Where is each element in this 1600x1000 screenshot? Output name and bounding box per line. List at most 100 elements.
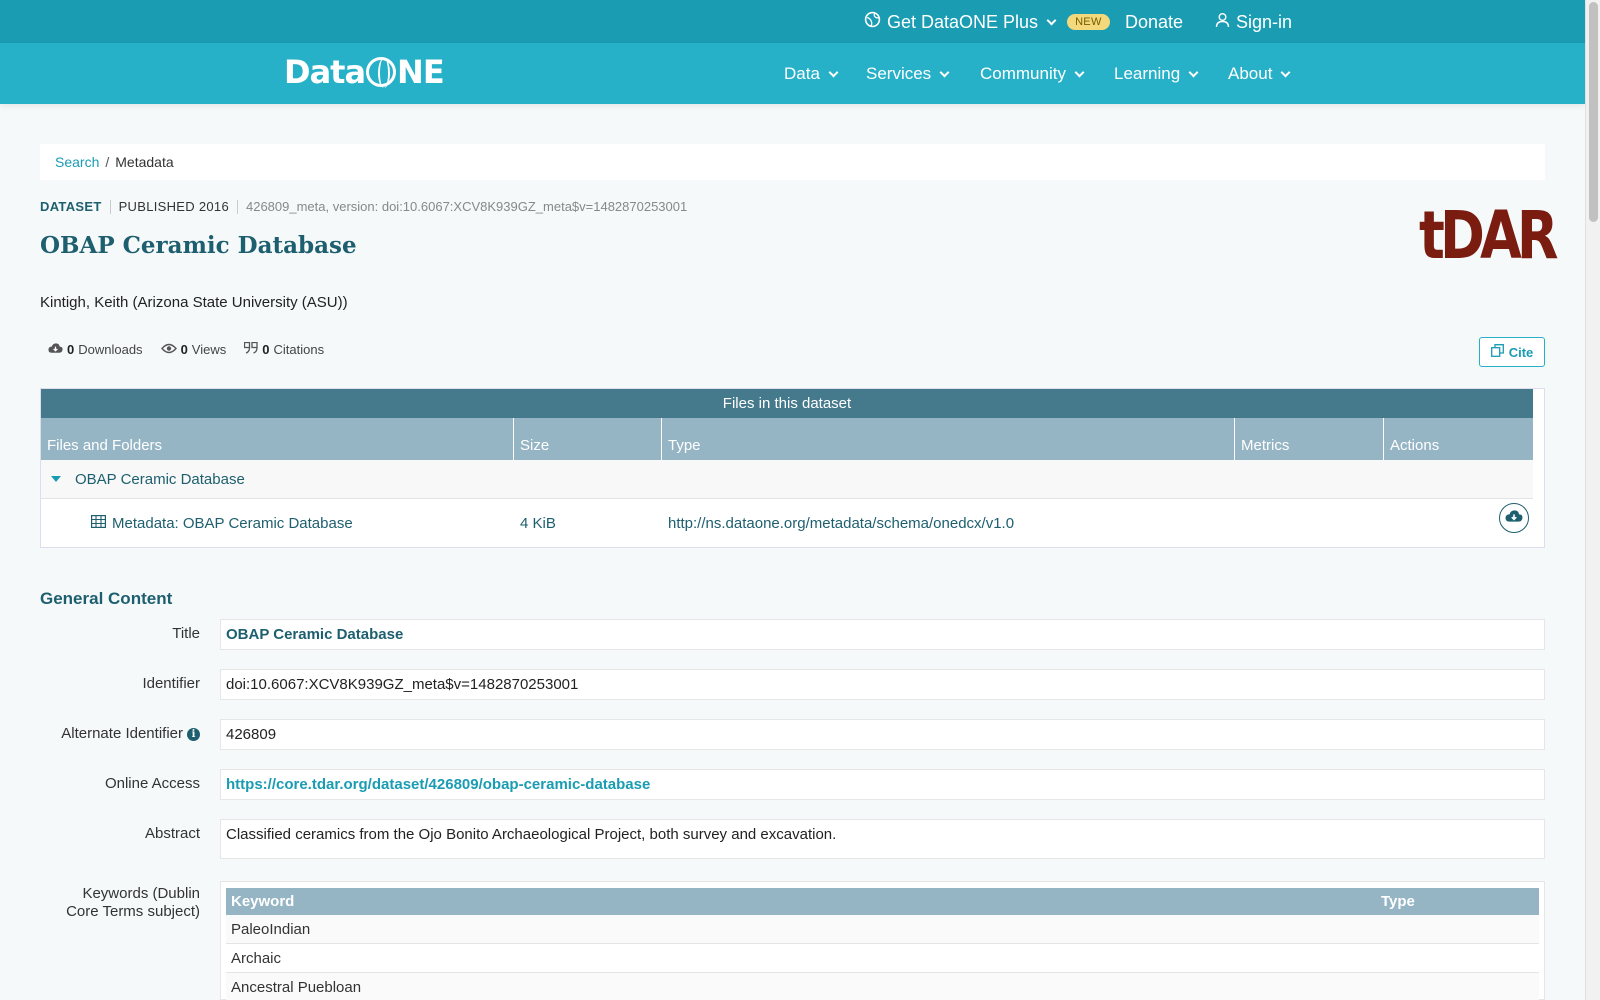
info-icon[interactable]: i [187,727,200,741]
files-table-columns: Files and Folders Size Type Metrics Acti… [41,418,1533,460]
scrollbar-thumb[interactable] [1589,2,1598,222]
online-access-value: https://core.tdar.org/dataset/426809/oba… [220,769,1545,800]
breadcrumb: Search / Metadata [40,144,1545,180]
table-row: Archaic [226,944,1539,973]
divider [109,199,111,214]
nav-services[interactable]: Services [866,62,950,86]
globe-icon [366,57,397,88]
download-button[interactable] [1499,503,1529,533]
user-icon [1215,12,1230,33]
folder-row[interactable]: OBAP Ceramic Database [41,460,1533,499]
views-count: 0 [180,342,188,357]
chevron-down-icon [828,67,839,77]
page-scrollbar[interactable] [1585,0,1600,1000]
chevron-down-icon [1280,67,1291,77]
citations-metric: 0 Citations [244,341,325,357]
chevron-down-icon [1074,67,1085,77]
files-table: Files in this dataset Files and Folders … [40,388,1545,548]
dataset-meta-line: DATASET PUBLISHED 2016 426809_meta, vers… [40,199,687,214]
table-row: Ancestral Puebloan [226,973,1539,1000]
chevron-down-icon [939,67,950,77]
nav-data-label: Data [784,64,820,83]
page-title: OBAP Ceramic Database [40,232,357,259]
citations-label: Citations [273,342,325,357]
online-access-label: Online Access [104,775,200,792]
views-metric: 0 Views [160,342,227,357]
cloud-download-icon [1505,509,1523,527]
version-label: 426809_meta, version: doi:10.6067:XCV8K9… [245,199,688,214]
metrics-bar: 0 Downloads 0 Views 0 Citations [48,341,325,357]
nav-learning[interactable]: Learning [1114,62,1199,86]
author-line: Kintigh, Keith (Arizona State University… [40,294,348,311]
dataone-logo[interactable]: Data NE [284,52,445,92]
file-type: http://ns.dataone.org/metadata/schema/on… [668,514,1015,532]
general-content-heading: General Content [40,589,173,608]
keywords-table: Keyword Type PaleoIndian Archaic Ancestr… [220,881,1545,1000]
sign-in-link[interactable]: Sign-in [1215,10,1292,34]
column-type: Type [662,418,1235,460]
new-badge: NEW [1067,14,1110,30]
views-label: Views [191,342,227,357]
logo-text-data: Data [284,53,366,91]
breadcrumb-current: Metadata [115,154,174,170]
get-dataone-plus-menu[interactable]: Get DataONE Plus NEW [864,10,1110,34]
divider [236,199,238,214]
column-metrics: Metrics [1235,418,1384,460]
get-dataone-plus-label: Get DataONE Plus [887,11,1039,32]
tdar-repository-logo[interactable]: tDAR [1419,203,1559,269]
chevron-down-icon [1046,15,1057,25]
caret-down-icon[interactable] [51,476,61,482]
logo-text-ne: NE [397,53,445,91]
nav-about-label: About [1228,64,1273,83]
copy-icon [1490,344,1504,360]
downloads-count: 0 [67,342,75,357]
sign-in-label: Sign-in [1236,11,1293,32]
nav-data[interactable]: Data [784,62,839,86]
cite-button[interactable]: Cite [1479,337,1545,367]
breadcrumb-separator: / [105,154,110,170]
keywords-label-line-2: Core Terms subject) [66,903,200,920]
identifier-label: Identifier [142,675,200,692]
donate-link[interactable]: Donate [1125,10,1183,34]
abstract-value: Classified ceramics from the Ojo Bonito … [220,819,1545,859]
alternate-identifier-text: Alternate Identifier [61,725,183,742]
dataset-type-label: DATASET [40,199,102,214]
keywords-label: Keywords (Dublin Core Terms subject) [66,885,200,921]
title-value: OBAP Ceramic Database [220,619,1545,650]
nav-services-label: Services [866,64,932,83]
published-label: PUBLISHED 2016 [118,199,229,214]
online-access-link[interactable]: https://core.tdar.org/dataset/426809/oba… [226,776,650,793]
chevron-down-icon [1188,67,1199,77]
identifier-value: doi:10.6067:XCV8K939GZ_meta$v=1482870253… [220,669,1545,700]
files-table-heading: Files in this dataset [41,389,1533,418]
nav-about[interactable]: About [1228,62,1291,86]
column-files-and-folders: Files and Folders [41,418,514,460]
quote-icon [244,341,258,357]
downloads-label: Downloads [78,342,143,357]
keywords-table-header: Keyword Type [226,888,1539,915]
abstract-label: Abstract [144,825,200,842]
title-label: Title [172,625,200,642]
table-row: PaleoIndian [226,915,1539,944]
cloud-download-icon [48,342,63,357]
breadcrumb-search-link[interactable]: Search [55,154,99,170]
eye-icon [160,342,177,357]
column-actions: Actions [1390,437,1440,454]
alternate-identifier-value: 426809 [220,719,1545,750]
column-size: Size [514,418,662,460]
file-name: Metadata: OBAP Ceramic Database [112,514,353,532]
utility-bar [0,0,1585,43]
column-type: Type [1381,893,1415,910]
column-keyword: Keyword [231,893,295,910]
table-icon [91,514,107,532]
table-row: Metadata: OBAP Ceramic Database 4 KiB ht… [41,499,1533,547]
file-size: 4 KiB [520,514,556,532]
nav-learning-label: Learning [1114,64,1181,83]
file-name-cell[interactable]: Metadata: OBAP Ceramic Database [91,499,353,547]
folder-name: OBAP Ceramic Database [75,470,245,488]
nav-community-label: Community [980,64,1066,83]
nav-community[interactable]: Community [980,62,1085,86]
alternate-identifier-label: Alternate Identifier i [61,725,200,742]
globe-plus-icon [864,11,881,33]
cite-label: Cite [1508,344,1534,360]
